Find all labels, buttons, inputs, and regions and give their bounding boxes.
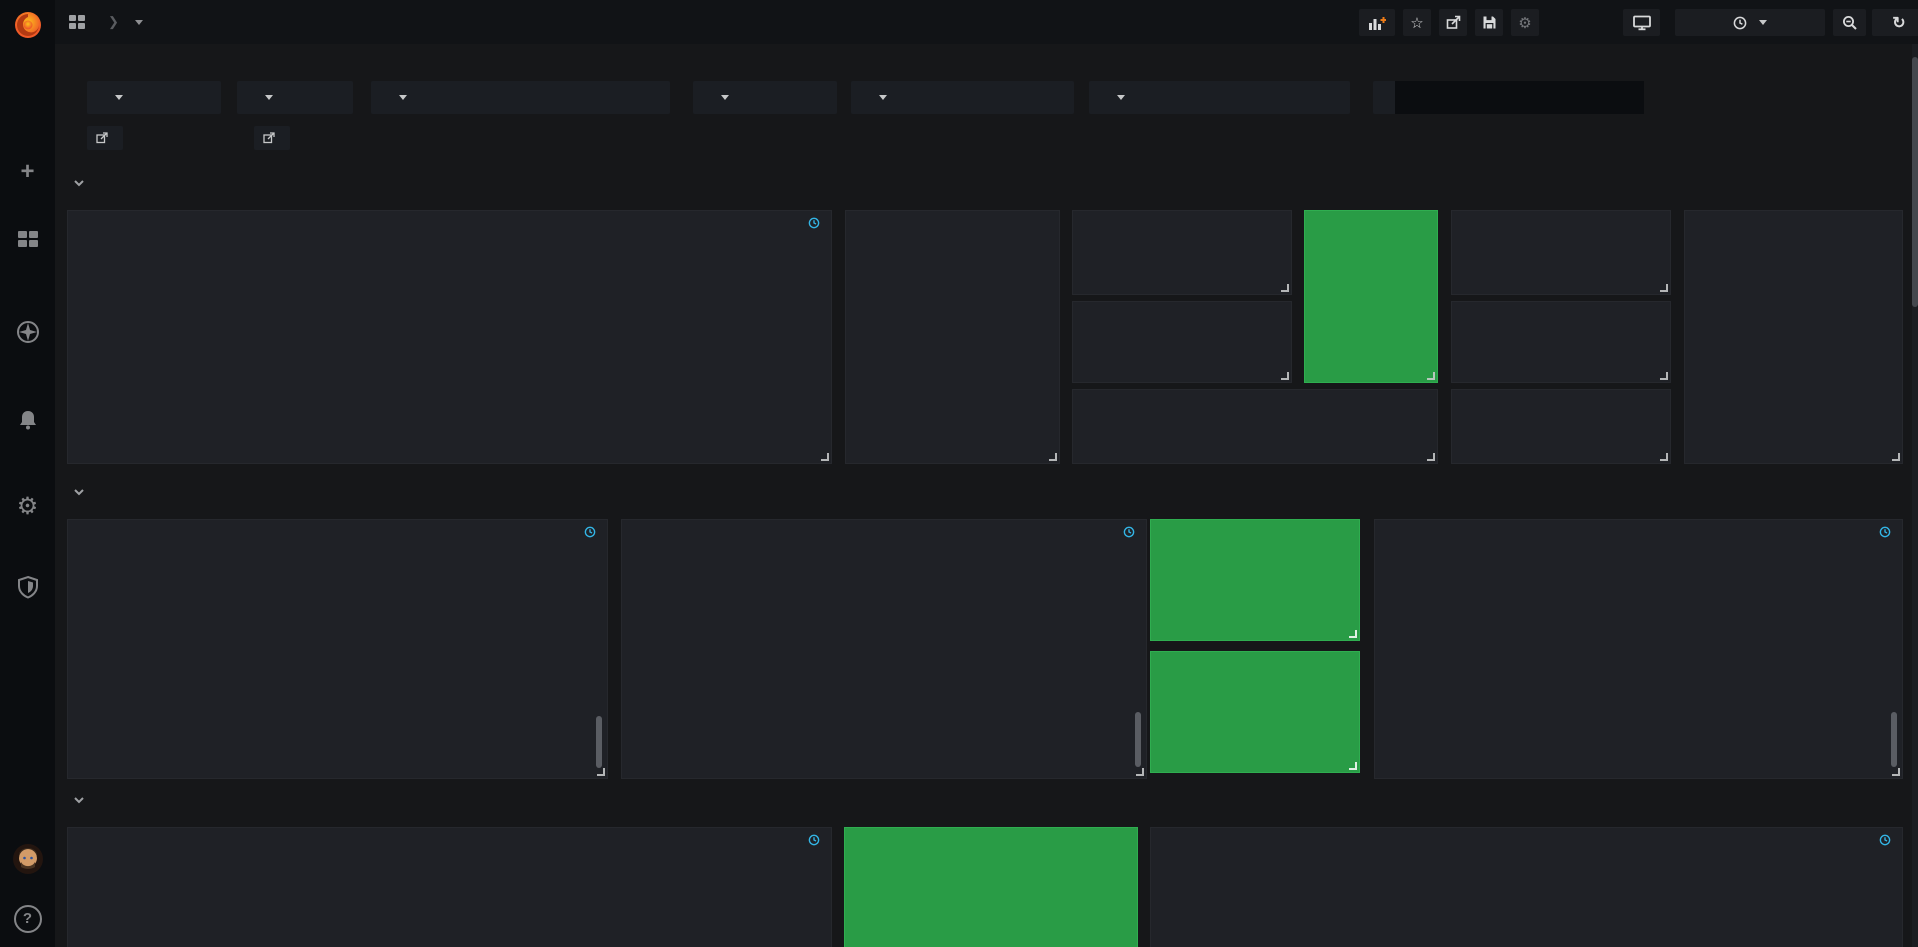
chevron-down-icon (879, 95, 887, 100)
panel-resize-handle[interactable] (1136, 768, 1144, 776)
chevron-down-icon (1117, 95, 1125, 100)
panel-resize-handle[interactable] (1427, 372, 1435, 380)
panel-network (67, 827, 832, 947)
dashboard-settings-gear-icon[interactable]: ⚙ (1511, 9, 1539, 36)
server-admin-shield-icon[interactable] (0, 575, 55, 604)
variable-kwh-price[interactable] (87, 81, 221, 114)
cpu-package-chart-canvas[interactable] (622, 520, 1148, 780)
top-navbar: ❯ ☆ ⚙ ↻ (55, 0, 1918, 44)
panel-resize-handle[interactable] (821, 453, 829, 461)
panel-uptime (844, 827, 1138, 947)
panel-this-years-cost (1451, 301, 1671, 383)
save-dashboard-button[interactable] (1475, 9, 1503, 36)
dashboards-icon[interactable] (0, 228, 55, 255)
panel-resize-handle[interactable] (1892, 768, 1900, 776)
panel-memory (1150, 827, 1903, 947)
variable-telegraf-datasource[interactable] (851, 81, 1074, 114)
panel-cpu1-temp (1150, 519, 1360, 641)
explore-compass-icon[interactable] (0, 320, 55, 349)
panel-resize-handle[interactable] (1660, 284, 1668, 292)
configuration-gear-icon[interactable]: ⚙ (0, 492, 55, 521)
cpu1-chart-canvas[interactable] (68, 520, 609, 780)
breadcrumb-separator: ❯ (108, 14, 119, 30)
refresh-icon: ↻ (1892, 13, 1905, 33)
cpu1-temp-sparkline (1151, 520, 1359, 640)
page-scrollbar-track[interactable] (1912, 44, 1918, 947)
panel-cpu2-temp (1150, 651, 1360, 773)
refresh-button[interactable]: ↻ (1872, 9, 1918, 36)
variable-ups-max-output[interactable] (371, 81, 670, 114)
panel-ups-runtime (1304, 210, 1438, 383)
legend-scrollbar[interactable] (1135, 712, 1141, 767)
page-scrollbar-thumb[interactable] (1912, 57, 1918, 307)
user-avatar[interactable] (0, 843, 55, 880)
panel-resize-handle[interactable] (1281, 372, 1289, 380)
zoom-out-time-button[interactable] (1833, 9, 1866, 36)
battery-gauge-canvas (846, 211, 1061, 465)
add-panel-button[interactable] (1359, 9, 1395, 36)
panel-estimated-yearly-cost (1451, 389, 1671, 464)
section-cpu-stats[interactable] (72, 485, 94, 499)
variable-cpu-threads (1373, 81, 1644, 114)
panel-resize-handle[interactable] (1660, 453, 1668, 461)
panel-resize-handle[interactable] (1660, 372, 1668, 380)
create-plus-icon[interactable]: + (0, 158, 55, 186)
chevron-down-icon (721, 95, 729, 100)
time-picker-caret-icon (1759, 20, 1767, 25)
variable-currency[interactable] (237, 81, 353, 114)
grafana-logo-icon[interactable] (0, 8, 55, 47)
alerting-bell-icon[interactable] (0, 408, 55, 437)
variable-host[interactable] (693, 81, 837, 114)
dashboard-link-plex-theme[interactable] (87, 126, 123, 150)
sidebar: + ⚙ ? (0, 0, 55, 947)
panel-cpu-1 (67, 519, 608, 779)
panel-cpu-2 (1374, 519, 1903, 779)
cycle-view-monitor-icon[interactable] (1623, 9, 1660, 36)
panel-resize-handle[interactable] (1427, 453, 1435, 461)
help-icon[interactable]: ? (0, 905, 55, 933)
star-dashboard-button[interactable]: ☆ (1403, 9, 1431, 36)
panel-ups-load-vs-time-left (1684, 210, 1903, 464)
panel-ups-battery-charge (845, 210, 1060, 464)
memory-chart-canvas[interactable] (1151, 828, 1904, 947)
stat-value (1452, 330, 1670, 368)
chevron-down-icon (265, 95, 273, 100)
grafana-dashboard: + ⚙ ? ❯ (0, 0, 1918, 947)
cpu2-chart-canvas[interactable] (1375, 520, 1904, 780)
panel-current-ups-load (1072, 210, 1292, 295)
panel-resize-handle[interactable] (597, 768, 605, 776)
panel-resize-handle[interactable] (1349, 630, 1357, 638)
network-chart-canvas[interactable] (68, 828, 833, 947)
dashboard-grid-icon[interactable] (68, 13, 86, 31)
stat-value (1452, 415, 1670, 451)
panel-average-daily-cost (1451, 210, 1671, 295)
legend-scrollbar[interactable] (1891, 712, 1897, 767)
panel-current-load-kwh (1072, 389, 1438, 464)
dashboard-link-ups-monitoring[interactable] (254, 126, 290, 150)
panel-ups-load-percent (67, 210, 832, 464)
panel-resize-handle[interactable] (1049, 453, 1057, 461)
section-network-memory[interactable] (72, 793, 94, 807)
variable-ups-datasource[interactable] (1089, 81, 1350, 114)
breadcrumb: ❯ (68, 0, 143, 44)
legend-scrollbar[interactable] (596, 716, 602, 768)
panel-resize-handle[interactable] (1892, 453, 1900, 461)
ups-load-chart-canvas[interactable] (68, 211, 833, 465)
chevron-down-icon (115, 95, 123, 100)
panel-average-psu-load (1072, 301, 1292, 383)
section-ups-stats[interactable] (72, 176, 94, 190)
stat-value (1452, 241, 1670, 279)
time-picker[interactable] (1675, 9, 1825, 36)
cpu-threads-input[interactable] (1395, 81, 1644, 114)
chevron-down-icon (399, 95, 407, 100)
dashboard-title-caret-icon[interactable] (135, 20, 143, 25)
panel-resize-handle[interactable] (1281, 284, 1289, 292)
share-dashboard-button[interactable] (1439, 9, 1467, 36)
panel-cpu-package (621, 519, 1147, 779)
cpu2-temp-sparkline (1151, 652, 1359, 772)
panel-resize-handle[interactable] (1349, 762, 1357, 770)
ups-load-vs-time-canvas[interactable] (1685, 211, 1904, 465)
